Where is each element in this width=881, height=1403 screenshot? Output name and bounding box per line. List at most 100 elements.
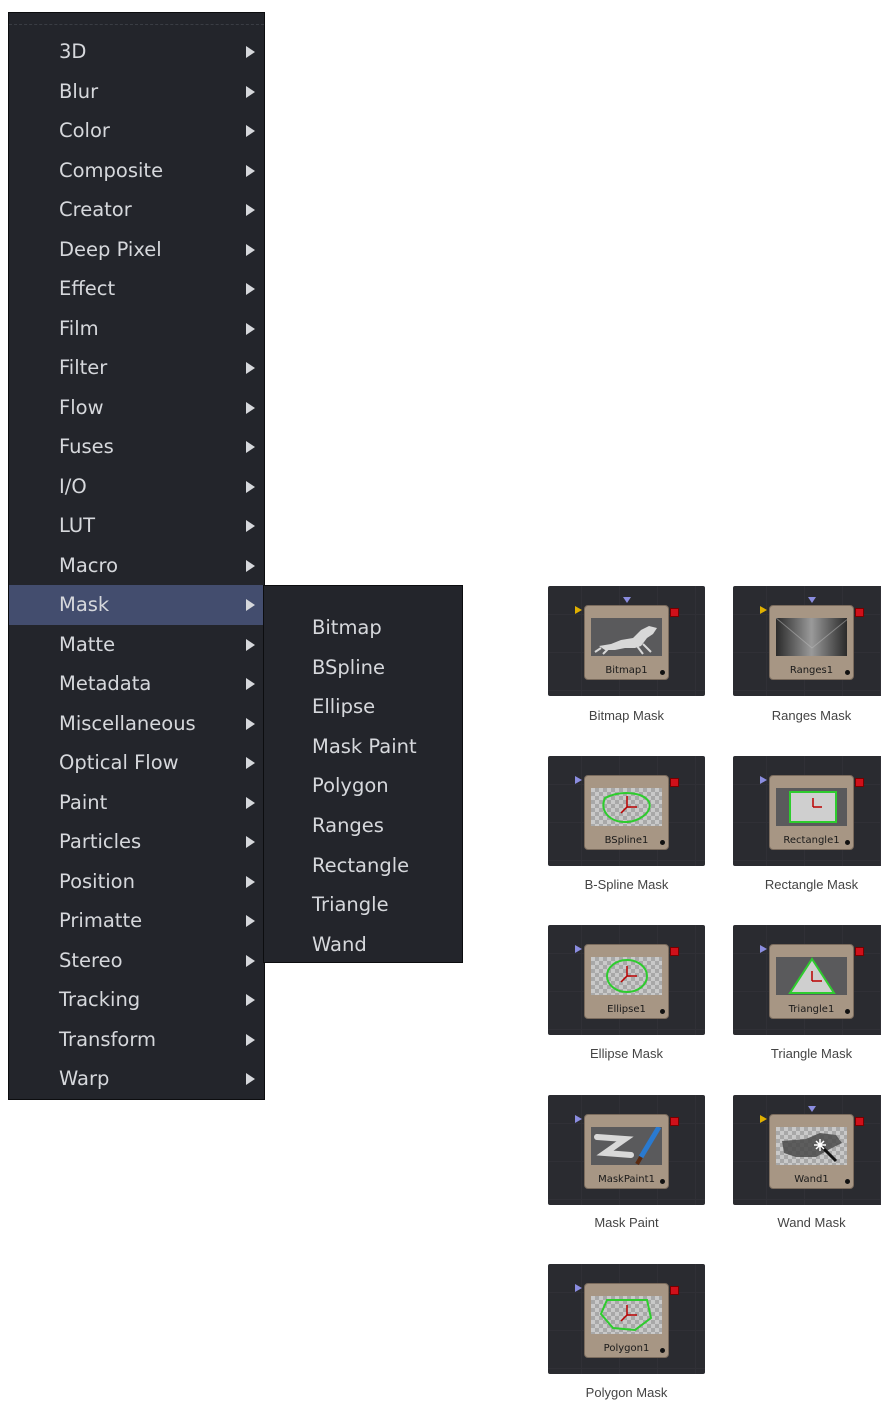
menu-item-label: Flow bbox=[59, 395, 104, 419]
output-icon[interactable] bbox=[855, 1117, 864, 1126]
node-label: Wand1 bbox=[794, 1174, 829, 1185]
submenu-item-ranges[interactable]: Ranges bbox=[264, 806, 462, 846]
submenu-arrow-icon bbox=[246, 441, 255, 453]
effect-mask-input-icon[interactable] bbox=[575, 1284, 582, 1292]
menu-item-fuses[interactable]: Fuses bbox=[9, 427, 264, 467]
bspline-mask-caption: B-Spline Mask bbox=[584, 877, 669, 892]
submenu-item-rectangle[interactable]: Rectangle bbox=[264, 846, 462, 886]
menu-item-film[interactable]: Film bbox=[9, 309, 264, 349]
submenu-item-mask-paint[interactable]: Mask Paint bbox=[264, 727, 462, 767]
submenu-arrow-icon bbox=[246, 599, 255, 611]
effect-mask-input-icon[interactable] bbox=[575, 776, 582, 784]
wand-node[interactable]: Wand1 bbox=[769, 1114, 854, 1189]
menu-item-miscellaneous[interactable]: Miscellaneous bbox=[9, 704, 264, 744]
ellipse-mask-caption: Ellipse Mask bbox=[590, 1046, 663, 1061]
bspline-shape-icon bbox=[591, 788, 662, 826]
submenu-item-polygon[interactable]: Polygon bbox=[264, 766, 462, 806]
menu-item-position[interactable]: Position bbox=[9, 862, 264, 902]
output-icon[interactable] bbox=[670, 608, 679, 617]
bitmap-node[interactable]: Bitmap1 bbox=[584, 605, 669, 680]
rectangle-node-tile[interactable]: Rectangle1 bbox=[733, 756, 881, 866]
menu-item-label: Filter bbox=[59, 356, 108, 379]
menu-item-label: Primatte bbox=[59, 909, 143, 932]
background-input-icon[interactable] bbox=[760, 1115, 767, 1123]
triangle-shape-icon bbox=[776, 957, 847, 995]
menu-item-paint[interactable]: Paint bbox=[9, 783, 264, 823]
effect-mask-input-icon[interactable] bbox=[575, 1115, 582, 1123]
menu-item-filter[interactable]: Filter bbox=[9, 348, 264, 388]
menu-item-optical-flow[interactable]: Optical Flow bbox=[9, 743, 264, 783]
menu-item-blur[interactable]: Blur bbox=[9, 72, 264, 112]
output-icon[interactable] bbox=[670, 947, 679, 956]
menu-item-tracking[interactable]: Tracking bbox=[9, 980, 264, 1020]
submenu-arrow-icon bbox=[246, 678, 255, 690]
output-icon[interactable] bbox=[855, 608, 864, 617]
submenu-arrow-icon bbox=[246, 915, 255, 927]
menu-item-mask[interactable]: Mask bbox=[9, 585, 264, 625]
submenu-item-triangle[interactable]: Triangle bbox=[264, 885, 462, 925]
menu-item-label: Color bbox=[59, 119, 110, 142]
menu-item-effect[interactable]: Effect bbox=[9, 269, 264, 309]
triangle-node-tile[interactable]: Triangle1 bbox=[733, 925, 881, 1035]
menu-item-metadata[interactable]: Metadata bbox=[9, 664, 264, 704]
ellipse-node[interactable]: Ellipse1 bbox=[584, 944, 669, 1019]
output-icon[interactable] bbox=[670, 1117, 679, 1126]
menu-item-flow[interactable]: Flow bbox=[9, 388, 264, 428]
submenu-arrow-icon bbox=[246, 480, 255, 493]
menu-item-composite[interactable]: Composite bbox=[9, 151, 264, 191]
ranges-node-tile[interactable]: Ranges1 bbox=[733, 586, 881, 696]
output-icon[interactable] bbox=[670, 778, 679, 787]
output-icon[interactable] bbox=[855, 778, 864, 787]
menu-item-stereo[interactable]: Stereo bbox=[9, 941, 264, 981]
submenu-item-bitmap[interactable]: Bitmap bbox=[264, 608, 462, 648]
mask-input-icon[interactable] bbox=[623, 597, 631, 603]
bitmap-node-tile[interactable]: Bitmap1 bbox=[548, 586, 705, 696]
output-icon[interactable] bbox=[670, 1286, 679, 1295]
background-input-icon[interactable] bbox=[760, 606, 767, 614]
menu-item-particles[interactable]: Particles bbox=[9, 822, 264, 862]
menu-item-warp[interactable]: Warp bbox=[9, 1059, 264, 1099]
menu-item-3d[interactable]: 3D bbox=[9, 32, 264, 72]
ranges-node[interactable]: Ranges1 bbox=[769, 605, 854, 680]
submenu-item-bspline[interactable]: BSpline bbox=[264, 648, 462, 688]
rectangle-node[interactable]: Rectangle1 bbox=[769, 775, 854, 850]
menu-item-creator[interactable]: Creator bbox=[9, 190, 264, 230]
tear-off-separator[interactable] bbox=[9, 24, 264, 25]
bspline-node[interactable]: BSpline1 bbox=[584, 775, 669, 850]
submenu-arrow-icon bbox=[246, 757, 255, 769]
menu-item-matte[interactable]: Matte bbox=[9, 625, 264, 665]
effect-mask-input-icon[interactable] bbox=[760, 776, 767, 784]
submenu-item-ellipse[interactable]: Ellipse bbox=[264, 687, 462, 727]
submenu-arrow-icon bbox=[246, 322, 255, 335]
ranges-gradient-icon bbox=[776, 618, 847, 656]
submenu-arrow-icon bbox=[246, 204, 255, 216]
triangle-mask-caption: Triangle Mask bbox=[770, 1046, 853, 1061]
bspline-node-tile[interactable]: BSpline1 bbox=[548, 756, 705, 866]
menu-item-label: Fuses bbox=[59, 435, 114, 458]
menu-item-i-o[interactable]: I/O bbox=[9, 467, 264, 507]
polygon-node-tile[interactable]: Polygon1 bbox=[548, 1264, 705, 1374]
effect-mask-input-icon[interactable] bbox=[760, 945, 767, 953]
maskpaint-node-tile[interactable]: MaskPaint1 bbox=[548, 1095, 705, 1205]
mask-submenu-items: Bitmap BSpline Ellipse Mask Paint Polygon Ran… bbox=[264, 608, 462, 964]
menu-item-deep-pixel[interactable]: Deep Pixel bbox=[9, 230, 264, 270]
maskpaint-caption: Mask Paint bbox=[594, 1215, 659, 1230]
mask-input-icon[interactable] bbox=[808, 1106, 816, 1112]
mask-input-icon[interactable] bbox=[808, 597, 816, 603]
maskpaint-node[interactable]: MaskPaint1 bbox=[584, 1114, 669, 1189]
effect-mask-input-icon[interactable] bbox=[575, 945, 582, 953]
menu-item-color[interactable]: Color bbox=[9, 111, 264, 151]
node-label: Bitmap1 bbox=[605, 665, 648, 676]
ellipse-node-tile[interactable]: Ellipse1 bbox=[548, 925, 705, 1035]
background-input-icon[interactable] bbox=[575, 606, 582, 614]
menu-item-label: Position bbox=[59, 869, 135, 893]
triangle-node[interactable]: Triangle1 bbox=[769, 944, 854, 1019]
menu-item-lut[interactable]: LUT bbox=[9, 506, 264, 546]
menu-item-primatte[interactable]: Primatte bbox=[9, 901, 264, 941]
submenu-item-wand[interactable]: Wand bbox=[264, 925, 462, 965]
polygon-node[interactable]: Polygon1 bbox=[584, 1283, 669, 1358]
menu-item-transform[interactable]: Transform bbox=[9, 1020, 264, 1060]
wand-node-tile[interactable]: Wand1 bbox=[733, 1095, 881, 1205]
output-icon[interactable] bbox=[855, 947, 864, 956]
menu-item-macro[interactable]: Macro bbox=[9, 546, 264, 586]
